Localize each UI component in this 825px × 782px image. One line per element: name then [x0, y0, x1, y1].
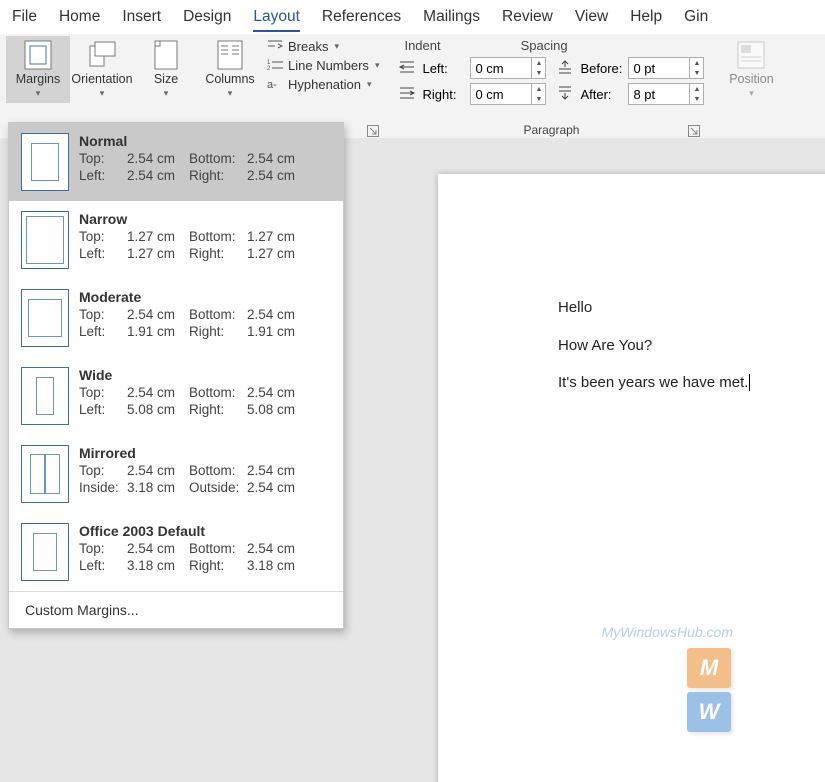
size-icon: [151, 40, 181, 70]
margins-preset-moderate[interactable]: ModerateTop:2.54 cmBottom:2.54 cmLeft:1.…: [9, 279, 343, 357]
margins-icon: [23, 40, 53, 70]
spin-down-icon: ▼: [532, 94, 545, 104]
size-label: Size: [154, 73, 178, 87]
chevron-down-icon: ▾: [100, 88, 105, 99]
spacing-before-icon: [556, 59, 576, 77]
margins-preset-normal[interactable]: NormalTop:2.54 cmBottom:2.54 cmLeft:2.54…: [9, 123, 343, 201]
spin-up-icon: ▲: [690, 84, 703, 94]
margins-menu: NormalTop:2.54 cmBottom:2.54 cmLeft:2.54…: [8, 122, 344, 629]
spin-down-icon: ▼: [532, 68, 545, 78]
tab-review[interactable]: Review: [502, 6, 553, 32]
orientation-button[interactable]: Orientation ▾: [70, 36, 134, 103]
paragraph-group-label: Paragraph: [523, 123, 579, 137]
margins-label: Margins: [16, 73, 60, 87]
margins-preset-title: Moderate: [79, 289, 331, 305]
position-icon: [736, 40, 766, 70]
indent-right-icon: [398, 85, 418, 103]
tab-mailings[interactable]: Mailings: [423, 6, 480, 32]
line-numbers-label: Line Numbers: [288, 58, 369, 73]
margins-button[interactable]: Margins ▾: [6, 36, 70, 103]
watermark-logo-top: M: [687, 648, 731, 688]
svg-text:2: 2: [267, 66, 271, 72]
tab-home[interactable]: Home: [59, 6, 100, 32]
custom-margins-button[interactable]: Custom Margins...: [9, 591, 343, 628]
spin-down-icon: ▼: [690, 94, 703, 104]
margins-preset-icon: [21, 445, 69, 503]
orientation-label: Orientation: [71, 73, 132, 87]
columns-button[interactable]: Columns ▾: [198, 36, 262, 103]
tab-insert[interactable]: Insert: [122, 6, 161, 32]
document-paragraph: Hello: [558, 298, 825, 318]
size-button[interactable]: Size ▾: [134, 36, 198, 103]
columns-label: Columns: [205, 73, 254, 87]
margins-preset-icon: [21, 289, 69, 347]
hyphenation-label: Hyphenation: [288, 77, 361, 92]
page-setup-launcher[interactable]: [367, 125, 379, 137]
spacing-after-input[interactable]: 8 pt ▲▼: [628, 83, 704, 105]
spacing-before-label: Before:: [580, 61, 624, 76]
chevron-down-icon: ▾: [334, 41, 339, 52]
margins-preset-icon: [21, 367, 69, 425]
margins-preset-wide[interactable]: WideTop:2.54 cmBottom:2.54 cmLeft:5.08 c…: [9, 357, 343, 435]
chevron-down-icon: ▾: [36, 88, 41, 99]
document-paragraph: How Are You?: [558, 336, 825, 356]
breaks-button[interactable]: Breaks ▾: [266, 38, 379, 54]
indent-left-input[interactable]: 0 cm ▲▼: [470, 57, 546, 79]
margins-preset-title: Wide: [79, 367, 331, 383]
chevron-down-icon: ▾: [749, 88, 754, 99]
spin-up-icon: ▲: [690, 58, 703, 68]
margins-preset-title: Normal: [79, 133, 331, 149]
document-paragraph: It's been years we have met.: [558, 373, 825, 393]
tab-help[interactable]: Help: [630, 6, 662, 32]
indent-left-icon: [398, 59, 418, 77]
margins-preset-icon: [21, 523, 69, 581]
margins-preset-title: Office 2003 Default: [79, 523, 331, 539]
orientation-icon: [87, 40, 117, 70]
spacing-header: Spacing: [521, 38, 568, 53]
tab-design[interactable]: Design: [183, 6, 231, 32]
hyphenation-button[interactable]: a- Hyphenation ▾: [266, 76, 379, 92]
margins-preset-icon: [21, 133, 69, 191]
tab-file[interactable]: File: [12, 6, 37, 32]
chevron-down-icon: ▾: [375, 60, 380, 71]
margins-preset-narrow[interactable]: NarrowTop:1.27 cmBottom:1.27 cmLeft:1.27…: [9, 201, 343, 279]
spacing-after-icon: [556, 85, 576, 103]
position-button[interactable]: Position ▾: [719, 36, 783, 103]
line-numbers-icon: 12: [266, 57, 284, 73]
breaks-icon: [266, 38, 284, 54]
tab-layout[interactable]: Layout: [253, 6, 300, 32]
hyphenation-icon: a-: [266, 76, 284, 92]
margins-preset-title: Mirrored: [79, 445, 331, 461]
spacing-before-input[interactable]: 0 pt ▲▼: [628, 57, 704, 79]
position-label: Position: [729, 73, 773, 87]
indent-right-label: Right:: [422, 87, 466, 102]
spin-up-icon: ▲: [532, 84, 545, 94]
svg-text:a-: a-: [267, 79, 277, 91]
tab-references[interactable]: References: [322, 6, 401, 32]
chevron-down-icon: ▾: [164, 88, 169, 99]
columns-icon: [215, 40, 245, 70]
watermark-logo-bottom: W: [687, 692, 731, 732]
paragraph-launcher[interactable]: [688, 125, 700, 137]
spacing-after-label: After:: [580, 87, 624, 102]
spin-down-icon: ▼: [690, 68, 703, 78]
spin-up-icon: ▲: [532, 58, 545, 68]
chevron-down-icon: ▾: [228, 88, 233, 99]
chevron-down-icon: ▾: [367, 79, 372, 90]
breaks-label: Breaks: [288, 39, 328, 54]
indent-left-label: Left:: [422, 61, 466, 76]
tab-view[interactable]: View: [575, 6, 608, 32]
indent-right-input[interactable]: 0 cm ▲▼: [470, 83, 546, 105]
margins-preset-icon: [21, 211, 69, 269]
indent-header: Indent: [404, 38, 440, 53]
tab-gin[interactable]: Gin: [684, 6, 708, 32]
margins-preset-mirrored[interactable]: MirroredTop:2.54 cmBottom:2.54 cmInside:…: [9, 435, 343, 513]
margins-preset-title: Narrow: [79, 211, 331, 227]
watermark: MyWindowsHub.com M W: [602, 624, 733, 734]
margins-preset-office[interactable]: Office 2003 DefaultTop:2.54 cmBottom:2.5…: [9, 513, 343, 591]
line-numbers-button[interactable]: 12 Line Numbers ▾: [266, 57, 379, 73]
